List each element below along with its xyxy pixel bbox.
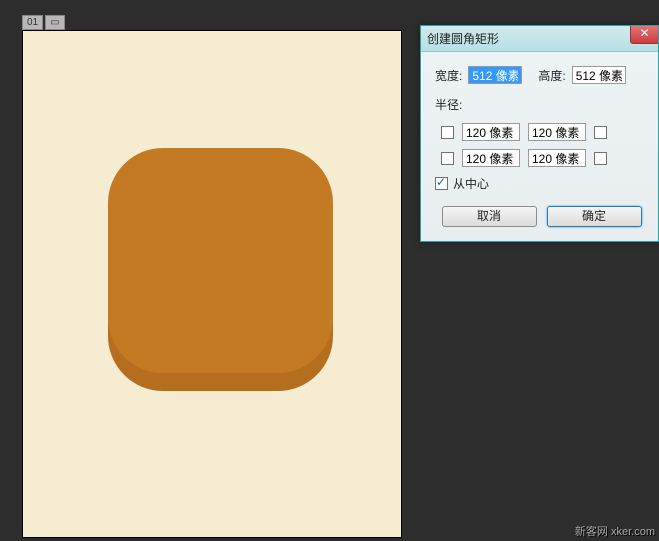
document-tabs: 01 ▭ <box>22 15 65 30</box>
radius-label: 半径: <box>435 96 648 113</box>
dialog-buttons: 取消 确定 <box>435 206 648 231</box>
rounded-rect-shape <box>23 31 401 537</box>
radius-top-row <box>435 123 648 141</box>
radius-top-left-input[interactable] <box>462 123 520 141</box>
radius-bottom-right-input[interactable] <box>528 149 586 167</box>
link-bottom-left-checkbox[interactable] <box>441 152 454 165</box>
tab-01[interactable]: 01 <box>22 15 43 30</box>
dialog-title: 创建圆角矩形 <box>427 30 499 47</box>
link-top-right-checkbox[interactable] <box>594 126 607 139</box>
ok-button[interactable]: 确定 <box>547 206 642 227</box>
height-input[interactable] <box>572 66 626 84</box>
from-center-row: 从中心 <box>435 175 648 192</box>
link-bottom-right-checkbox[interactable] <box>594 152 607 165</box>
radius-top-right-input[interactable] <box>528 123 586 141</box>
watermark: 新客网 xker.com <box>575 523 655 539</box>
radius-bottom-row <box>435 149 648 167</box>
close-icon: ✕ <box>639 26 649 40</box>
rounded-rect-face <box>108 148 333 373</box>
create-rounded-rect-dialog: 创建圆角矩形 ✕ 宽度: 高度: 半径: 从中心 <box>420 25 659 242</box>
canvas[interactable] <box>22 30 402 538</box>
link-top-left-checkbox[interactable] <box>441 126 454 139</box>
radius-bottom-left-input[interactable] <box>462 149 520 167</box>
dialog-body: 宽度: 高度: 半径: 从中心 取消 确定 <box>421 52 658 241</box>
from-center-checkbox[interactable] <box>435 177 448 190</box>
from-center-label: 从中心 <box>453 175 489 192</box>
dimensions-row: 宽度: 高度: <box>435 66 648 84</box>
close-button[interactable]: ✕ <box>630 26 658 44</box>
width-label: 宽度: <box>435 67 462 84</box>
cancel-button[interactable]: 取消 <box>442 206 537 227</box>
tab-close-icon[interactable]: ▭ <box>45 15 64 30</box>
height-label: 高度: <box>538 67 565 84</box>
width-input[interactable] <box>468 66 522 84</box>
dialog-titlebar[interactable]: 创建圆角矩形 ✕ <box>421 26 658 52</box>
